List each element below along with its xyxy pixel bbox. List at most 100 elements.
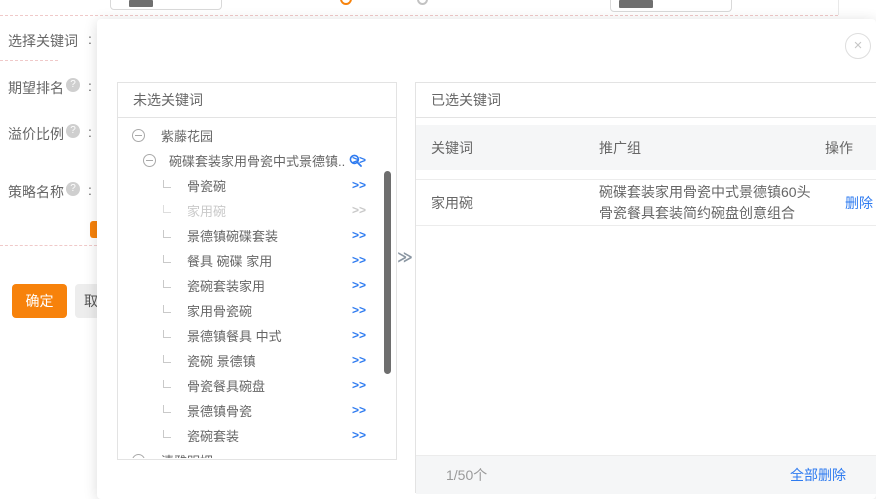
tree-leaf-row[interactable]: 餐具 碗碟 家用 >> — [118, 248, 396, 273]
form-label: 选择关键词 — [8, 31, 78, 51]
tree-elbow-icon — [163, 355, 171, 363]
tree-elbow-icon — [163, 305, 171, 313]
selected-keywords-panel: 已选关键词 关键词 推广组 操作 家用碗 碗碟套装家用骨瓷中式景德镇60头骨瓷餐… — [415, 82, 876, 493]
tree-elbow-icon — [163, 405, 171, 413]
tree-label: 碗碟套装家用骨瓷中式景德镇... — [169, 151, 345, 170]
form-label: 策略名称 — [8, 182, 64, 202]
tree-label: 景德镇碗碟套装 — [187, 226, 278, 245]
column-header-group: 推广组 — [599, 138, 825, 158]
form-row-strategy-name: 策略名称 ? : — [0, 182, 97, 197]
tree-label: 瓷碗套装家用 — [187, 276, 265, 295]
move-right-icon[interactable]: >> — [352, 298, 366, 323]
form-row-premium-ratio: 溢价比例 ? : — [0, 124, 97, 139]
collapse-icon[interactable] — [132, 454, 145, 458]
column-divider — [838, 0, 839, 15]
tree-leaf-row-disabled: 家用碗 >> — [118, 198, 396, 223]
collapse-icon[interactable] — [143, 154, 156, 167]
table-header: 关键词 推广组 操作 — [416, 125, 876, 170]
section-divider — [0, 60, 58, 61]
label-colon: : — [88, 182, 92, 198]
section-divider — [0, 15, 838, 16]
tree-group-row[interactable]: 清雅明媚 — [118, 448, 396, 458]
move-right-icon[interactable]: >> — [352, 323, 366, 348]
column-header-keyword: 关键词 — [431, 138, 599, 158]
label-colon: : — [88, 78, 92, 94]
scrollbar-thumb[interactable] — [384, 171, 391, 374]
tree-label: 瓷碗 景德镇 — [187, 351, 256, 370]
cropped-text-fragment — [129, 0, 153, 7]
tree-elbow-icon — [163, 255, 171, 263]
tree-elbow-icon — [163, 430, 171, 438]
question-icon[interactable]: ? — [66, 124, 80, 138]
tree-group-row[interactable]: 紫藤花园 — [118, 123, 396, 148]
move-right-icon[interactable]: >> — [352, 348, 366, 373]
form-row-expected-rank: 期望排名 ? : — [0, 78, 97, 93]
confirm-button[interactable]: 确定 — [12, 284, 67, 318]
form-label: 溢价比例 — [8, 124, 64, 144]
help-icon-orange[interactable] — [340, 0, 352, 5]
delete-link[interactable]: 删除 — [845, 195, 873, 211]
move-right-icon[interactable]: >> — [352, 273, 366, 298]
tree-label: 餐具 碗碟 家用 — [187, 251, 272, 270]
close-icon[interactable]: × — [845, 33, 871, 59]
move-right-icon: >> — [352, 198, 366, 223]
question-icon[interactable]: ? — [66, 78, 80, 92]
table-row: 家用碗 碗碟套装家用骨瓷中式景德镇60头骨瓷餐具套装简约碗盘创意组合 删除 — [416, 179, 876, 226]
column-header-action: 操作 — [825, 138, 876, 158]
tree-elbow-icon — [163, 280, 171, 288]
tree-label: 瓷碗套装 — [187, 426, 239, 445]
move-right-icon[interactable]: >> — [352, 223, 366, 248]
tree-label: 家用骨瓷碗 — [187, 301, 252, 320]
tree-leaf-row[interactable]: 瓷碗套装 >> — [118, 423, 396, 448]
move-right-icon[interactable]: >> — [352, 423, 366, 448]
tree-label: 紫藤花园 — [161, 126, 213, 145]
move-right-icon[interactable]: >> — [352, 173, 366, 198]
question-icon[interactable]: ? — [66, 182, 80, 196]
tree-label: 家用碗 — [187, 201, 226, 220]
tree-leaf-row[interactable]: 家用骨瓷碗 >> — [118, 298, 396, 323]
keyword-select-dialog: × 未选关键词 紫藤花园 碗碟套装家用骨瓷中式景德镇... >> — [97, 19, 876, 499]
tree-leaf-row[interactable]: 骨瓷餐具碗盘 >> — [118, 373, 396, 398]
cell-group: 碗碟套装家用骨瓷中式景德镇60头骨瓷餐具套装简约碗盘创意组合 — [599, 182, 825, 224]
tree-label: 清雅明媚 — [161, 451, 213, 458]
keyword-tree: 紫藤花园 碗碟套装家用骨瓷中式景德镇... >> 骨瓷碗 >> — [118, 118, 396, 458]
tree-elbow-icon — [163, 330, 171, 338]
selected-panel-footer: 1/50个 全部删除 — [416, 455, 876, 494]
help-icon-gray[interactable] — [417, 0, 428, 5]
screen: 选择关键词 : 期望排名 ? : 溢价比例 ? : 策略名称 ? : 确定 取消… — [0, 0, 876, 499]
tree-elbow-icon — [163, 180, 171, 188]
tree-group-row[interactable]: 碗碟套装家用骨瓷中式景德镇... >> — [118, 148, 396, 173]
cropped-text-fragment — [619, 0, 653, 8]
move-right-icon[interactable]: >> — [352, 373, 366, 398]
tree-leaf-row[interactable]: 骨瓷碗 >> — [118, 173, 396, 198]
tree-leaf-row[interactable]: 景德镇餐具 中式 >> — [118, 323, 396, 348]
tree-leaf-row[interactable]: 景德镇碗碟套装 >> — [118, 223, 396, 248]
tree-elbow-icon — [163, 380, 171, 388]
label-colon: : — [88, 124, 92, 140]
tree-label: 骨瓷碗 — [187, 176, 226, 195]
tree-leaf-row[interactable]: 瓷碗套装家用 >> — [118, 273, 396, 298]
panel-title: 未选关键词 — [118, 83, 396, 118]
section-divider — [0, 245, 97, 246]
move-right-icon[interactable]: >> — [352, 398, 366, 423]
move-right-icon[interactable]: >> — [352, 248, 366, 273]
selected-count: 1/50个 — [446, 465, 487, 485]
transfer-right-icon: ≫ — [393, 248, 417, 266]
unselected-keywords-panel: 未选关键词 紫藤花园 碗碟套装家用骨瓷中式景德镇... >> 骨瓷碗 — [117, 82, 397, 460]
tree-label: 景德镇餐具 中式 — [187, 326, 282, 345]
tree-label: 骨瓷餐具碗盘 — [187, 376, 265, 395]
panel-title: 已选关键词 — [416, 83, 876, 118]
delete-all-link[interactable]: 全部删除 — [790, 465, 846, 485]
label-colon: : — [88, 31, 92, 47]
collapse-icon[interactable] — [132, 129, 145, 142]
tree-elbow-icon — [163, 230, 171, 238]
tree-leaf-row[interactable]: 景德镇骨瓷 >> — [118, 398, 396, 423]
form-row-select-keywords: 选择关键词 : — [0, 31, 97, 46]
cell-keyword: 家用碗 — [431, 193, 599, 213]
move-right-icon[interactable]: >> — [352, 148, 366, 173]
form-label: 期望排名 — [8, 78, 64, 98]
cell-action: 删除 — [825, 193, 876, 213]
tree-leaf-row[interactable]: 瓷碗 景德镇 >> — [118, 348, 396, 373]
cropped-input-left[interactable] — [110, 0, 222, 10]
tree-elbow-icon — [163, 205, 171, 213]
